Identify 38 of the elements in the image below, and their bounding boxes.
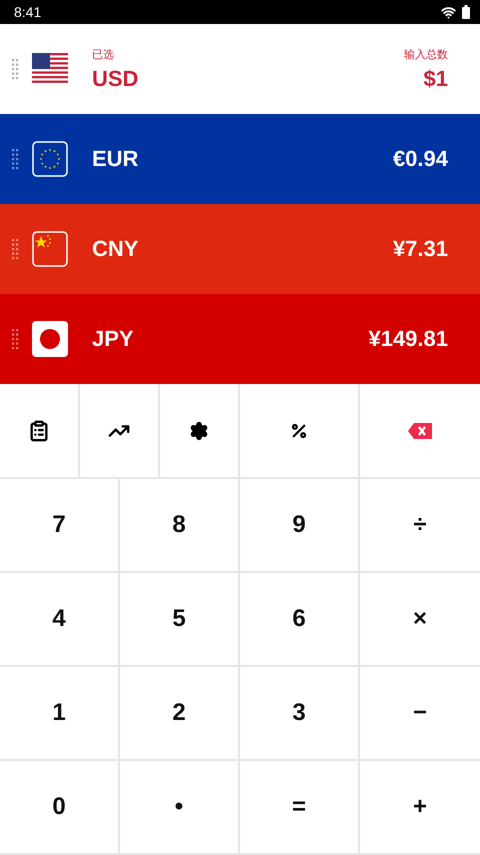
battery-icon	[462, 5, 470, 19]
keypad-key[interactable]: 8	[120, 479, 240, 573]
clipboard-icon	[28, 420, 50, 442]
keypad-key[interactable]: 2	[120, 667, 240, 761]
wifi-icon	[441, 4, 456, 20]
currency-code: CNY	[92, 236, 138, 262]
keypad-key[interactable]: 0	[0, 761, 120, 855]
selected-label: 已选	[92, 46, 115, 62]
converted-amount: €0.94	[392, 146, 448, 172]
keypad-key[interactable]: •	[120, 761, 240, 855]
drag-handle-icon[interactable]	[10, 57, 20, 81]
currency-code: JPY	[92, 326, 134, 352]
flag-icon	[32, 141, 68, 177]
currency-code: USD	[92, 66, 138, 92]
keypad-key[interactable]: 5	[120, 573, 240, 667]
keypad-key[interactable]: 4	[0, 573, 120, 667]
amount-input[interactable]: $1	[424, 66, 448, 92]
converted-amount: ¥7.31	[392, 236, 448, 262]
amount-label: 输入总数	[404, 46, 448, 62]
converted-amount: ¥149.81	[368, 326, 448, 352]
currency-code: EUR	[92, 146, 138, 172]
keypad-key[interactable]: 6	[240, 573, 360, 667]
status-time: 8:41	[14, 4, 42, 20]
keypad-key[interactable]: 3	[240, 667, 360, 761]
currency-row[interactable]: CNY ¥7.31	[0, 204, 480, 294]
keypad-key[interactable]: 9	[240, 479, 360, 573]
drag-handle-icon[interactable]	[10, 147, 20, 171]
keypad-key[interactable]: 1	[0, 667, 120, 761]
keypad-key[interactable]: 7	[0, 479, 120, 573]
backspace-icon	[408, 422, 432, 438]
flag-icon	[32, 321, 68, 357]
drag-handle-icon[interactable]	[10, 237, 20, 261]
currency-row[interactable]: JPY ¥149.81	[0, 294, 480, 384]
currency-row[interactable]: EUR €0.94	[0, 114, 480, 204]
keypad-key[interactable]: =	[240, 761, 360, 855]
drag-handle-icon[interactable]	[10, 327, 20, 351]
percent-icon	[290, 422, 308, 440]
flag-icon	[32, 231, 68, 267]
